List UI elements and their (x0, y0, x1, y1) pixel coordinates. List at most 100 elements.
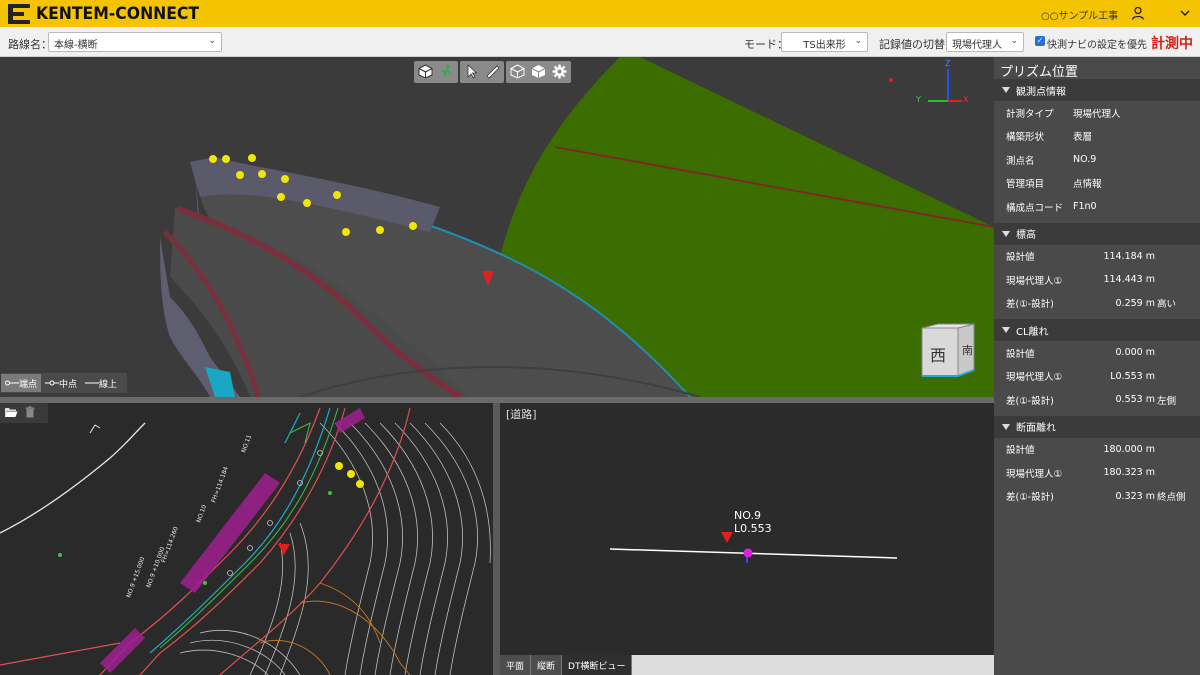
info-row: 計測タイプ 現場代理人 (994, 101, 1200, 125)
row-value: 0.259 m (1115, 297, 1155, 309)
collapse-triangle-icon (1002, 230, 1010, 237)
tab-dt-cross-section[interactable]: DT横断ビュー (562, 655, 633, 675)
pointer-icon[interactable] (462, 62, 481, 81)
section-title: 観測点情報 (1016, 86, 1066, 98)
row-value: 表層 (1073, 132, 1093, 144)
online-icon (85, 382, 100, 384)
measuring-status: 計測中 (1151, 36, 1193, 52)
trash-icon[interactable] (24, 406, 36, 418)
section-header-cl-distance[interactable]: CL離れ (994, 319, 1200, 341)
section-row: 差(①-設計) 0.323 m 終点側 (994, 485, 1200, 509)
snap-mode-bar: 端点 中点 線上 (1, 373, 127, 393)
route-select-value: 本線-横断 (54, 40, 98, 51)
mode-select[interactable]: TS出来形 ⌄ (781, 32, 868, 52)
row-value: 0.553 m (1115, 394, 1155, 406)
app-logo: KENTEM-CONNECT (8, 3, 213, 24)
row-key: 差(①-設計) (1006, 492, 1054, 504)
plan-drawing: NO.9 +15.000 NO.9 +10.000 FH=114.260 NO.… (0, 407, 491, 675)
row-flag: 左側 (1157, 395, 1177, 407)
section-header-elevation[interactable]: 標高 (994, 222, 1200, 245)
section-header-observation[interactable]: 観測点情報 (994, 79, 1200, 101)
row-key: 計測タイプ (1006, 108, 1054, 120)
info-row: 測点名 NO.9 (994, 148, 1200, 172)
solid-cube-icon[interactable] (529, 62, 548, 81)
view-cube[interactable]: 西 南 (918, 322, 978, 378)
snap-midpoint-label: 中点 (59, 379, 78, 390)
cl-row: 差(①-設計) 0.553 m 左側 (994, 388, 1200, 412)
row-flag: 高い (1157, 299, 1177, 311)
record-select[interactable]: 現場代理人 ⌄ (946, 32, 1024, 52)
snap-online-button[interactable]: 線上 (81, 374, 121, 392)
plan-view[interactable]: NO.9 +15.000 NO.9 +10.000 FH=114.260 NO.… (0, 403, 493, 675)
chevron-down-icon[interactable] (1180, 9, 1190, 17)
row-value: 180.323 m (1103, 467, 1155, 479)
prism-position-panel: プリズム位置 観測点情報 計測タイプ 現場代理人 構築形状 表層 測点名 NO.9 管… (994, 57, 1200, 675)
measure-icon[interactable] (483, 62, 502, 81)
cross-point-offset: L0.553 (734, 522, 772, 535)
tab-plan[interactable]: 平面 (500, 655, 532, 675)
navi-priority-label: 快測ナビの設定を優先 (1047, 40, 1147, 51)
row-value: 現場代理人 (1073, 108, 1121, 120)
3d-toolbar (414, 61, 571, 83)
svg-text:NO.11: NO.11 (240, 434, 253, 454)
navi-priority-checkbox[interactable]: ✓ (1035, 36, 1045, 46)
vertical-splitter[interactable] (493, 403, 500, 675)
route-label: 路線名： (8, 38, 52, 51)
project-name[interactable]: ○○サンプル工事 (1041, 7, 1118, 22)
view-tabs: 平面 縦断 DT横断ビュー (500, 655, 994, 675)
cl-row: 設計値 0.000 m (994, 341, 1200, 365)
section-header-section-distance[interactable]: 断面離れ (994, 415, 1200, 438)
cl-row: 現場代理人① L0.553 m (994, 365, 1200, 389)
section-title: 標高 (1016, 230, 1036, 241)
svg-text:NO.10: NO.10 (195, 504, 208, 524)
row-key: 設計値 (1006, 252, 1035, 264)
row-value: L0.553 m (1110, 370, 1155, 382)
tab-profile[interactable]: 縦断 (531, 655, 563, 675)
section-title: CL離れ (1016, 326, 1049, 338)
panel-title: プリズム位置 (1000, 65, 1079, 80)
elevation-row: 設計値 114.184 m (994, 245, 1200, 269)
info-row: 構築形状 表層 (994, 125, 1200, 149)
walk-icon[interactable] (437, 62, 456, 81)
gear-icon[interactable] (550, 62, 569, 81)
plan-toolbar (0, 403, 48, 423)
snap-endpoint-label: 端点 (19, 379, 38, 390)
target-marker (721, 532, 733, 543)
row-key: 現場代理人① (1006, 275, 1063, 287)
section-row: 現場代理人① 180.323 m (994, 461, 1200, 485)
axis-x-label: X (963, 95, 969, 104)
brand-name: KENTEM-CONNECT (36, 3, 200, 24)
row-key: 管理項目 (1006, 179, 1045, 191)
collapse-triangle-icon (1002, 327, 1010, 333)
row-value: 114.184 m (1103, 250, 1155, 262)
row-key: 差(①-設計) (1006, 299, 1054, 311)
chevron-down-icon: ⌄ (854, 36, 862, 46)
cube-face-front: 西 (930, 346, 947, 365)
cube-view-icon[interactable] (416, 62, 435, 81)
section-title: 断面離れ (1016, 423, 1056, 434)
3d-scene (160, 57, 994, 397)
row-value: 点情報 (1073, 179, 1102, 191)
row-value: NO.9 (1073, 154, 1097, 166)
folder-open-icon[interactable] (4, 406, 18, 418)
mode-select-value: TS出来形 (803, 40, 846, 51)
row-key: 測点名 (1006, 155, 1035, 167)
chevron-down-icon: ⌄ (1010, 36, 1018, 46)
row-flag: 終点側 (1157, 492, 1186, 504)
user-icon[interactable] (1131, 6, 1145, 20)
elevation-row: 差(①-設計) 0.259 m 高い (994, 292, 1200, 316)
axis-y-label: Y (916, 95, 921, 104)
wireframe-cube-icon[interactable] (508, 62, 527, 81)
snap-endpoint-button[interactable]: 端点 (1, 374, 42, 392)
axis-z-label: Z (945, 59, 951, 68)
cross-section-title: [道路] (506, 408, 537, 421)
3d-viewport[interactable]: Z Y X (0, 57, 994, 397)
snap-online-label: 線上 (99, 379, 118, 390)
logo-mark (8, 3, 30, 24)
row-value: 0.323 m (1115, 490, 1155, 502)
row-key: 設計値 (1006, 348, 1035, 360)
svg-text:NO.9 +15.000: NO.9 +15.000 (125, 556, 146, 599)
midpoint-icon (45, 380, 60, 386)
snap-midpoint-button[interactable]: 中点 (41, 374, 81, 392)
route-select[interactable]: 本線-横断 ⌄ (48, 32, 222, 52)
